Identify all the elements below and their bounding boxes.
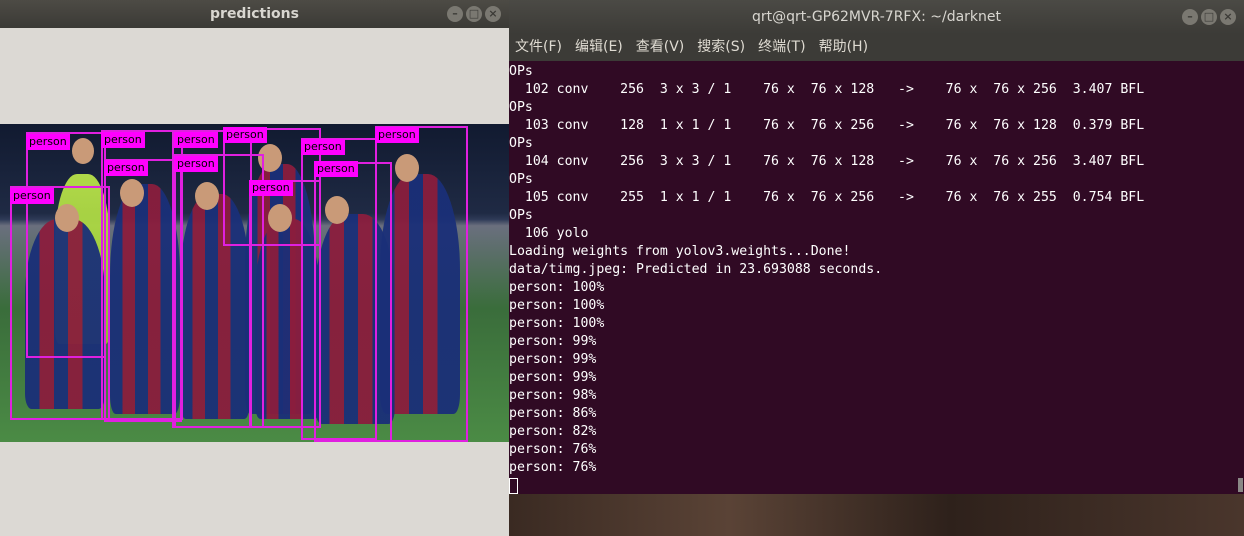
terminal-cursor [509, 478, 518, 494]
terminal-line: person: 76% [509, 442, 597, 457]
terminal-line: OPs [509, 172, 533, 187]
terminal-line: person: 99% [509, 370, 597, 385]
terminal-line: 105 conv 255 1 x 1 / 1 76 x 76 x 256 -> … [509, 190, 1145, 205]
detection-box [375, 126, 468, 442]
terminal-line: 104 conv 256 3 x 3 / 1 76 x 76 x 128 -> … [509, 154, 1145, 169]
detection-label: person [174, 156, 218, 172]
detection-label: person [174, 132, 218, 148]
menu-terminal[interactable]: 终端(T) [758, 34, 805, 61]
terminal-line: person: 100% [509, 298, 605, 313]
terminal-menubar: 文件(F) 编辑(E) 查看(V) 搜索(S) 终端(T) 帮助(H) [509, 34, 1244, 61]
terminal-line: OPs [509, 208, 533, 223]
terminal-line: OPs [509, 64, 533, 79]
predictions-window: predictions – □ × person person person p… [0, 0, 509, 536]
detection-label: person [104, 160, 148, 176]
terminal-scrollbar[interactable] [1238, 478, 1243, 492]
terminal-window: qrt@qrt-GP62MVR-7RFX: ~/darknet – □ × 文件… [509, 0, 1244, 494]
maximize-button[interactable]: □ [466, 6, 482, 22]
menu-edit[interactable]: 编辑(E) [575, 34, 623, 61]
desktop-background [509, 494, 1244, 536]
detection-box [10, 186, 110, 420]
terminal-line: person: 99% [509, 352, 597, 367]
detection-label: person [101, 132, 145, 148]
prediction-image: person person person person person perso… [0, 124, 509, 442]
terminal-output[interactable]: OPs 102 conv 256 3 x 3 / 1 76 x 76 x 128… [509, 61, 1244, 494]
terminal-line: 103 conv 128 1 x 1 / 1 76 x 76 x 256 -> … [509, 118, 1145, 133]
close-button[interactable]: × [485, 6, 501, 22]
minimize-button[interactable]: – [1182, 9, 1198, 25]
terminal-line: person: 100% [509, 316, 605, 331]
terminal-titlebar[interactable]: qrt@qrt-GP62MVR-7RFX: ~/darknet – □ × [509, 0, 1244, 34]
minimize-button[interactable]: – [447, 6, 463, 22]
detection-label: person [223, 127, 267, 143]
detection-label: person [314, 161, 358, 177]
terminal-line: 102 conv 256 3 x 3 / 1 76 x 76 x 128 -> … [509, 82, 1145, 97]
terminal-line: person: 99% [509, 334, 597, 349]
terminal-line: 106 yolo [509, 226, 589, 241]
terminal-line: Loading weights from yolov3.weights...Do… [509, 244, 851, 259]
terminal-line: OPs [509, 136, 533, 151]
detection-label: person [375, 127, 419, 143]
predictions-titlebar[interactable]: predictions – □ × [0, 0, 509, 28]
detection-label: person [10, 188, 54, 204]
detection-label: person [301, 139, 345, 155]
maximize-button[interactable]: □ [1201, 9, 1217, 25]
terminal-title: qrt@qrt-GP62MVR-7RFX: ~/darknet [752, 9, 1001, 25]
terminal-line: person: 100% [509, 280, 605, 295]
close-button[interactable]: × [1220, 9, 1236, 25]
terminal-line: person: 82% [509, 424, 597, 439]
menu-search[interactable]: 搜索(S) [697, 34, 745, 61]
predictions-title: predictions [210, 6, 299, 22]
detection-label: person [249, 180, 293, 196]
menu-help[interactable]: 帮助(H) [819, 34, 868, 61]
detection-label: person [26, 134, 70, 150]
terminal-line: OPs [509, 100, 533, 115]
terminal-line: data/timg.jpeg: Predicted in 23.693088 s… [509, 262, 883, 277]
menu-view[interactable]: 查看(V) [636, 34, 685, 61]
terminal-line: person: 98% [509, 388, 597, 403]
detection-box [104, 159, 182, 422]
menu-file[interactable]: 文件(F) [515, 34, 562, 61]
terminal-line: person: 76% [509, 460, 597, 475]
terminal-line: person: 86% [509, 406, 597, 421]
